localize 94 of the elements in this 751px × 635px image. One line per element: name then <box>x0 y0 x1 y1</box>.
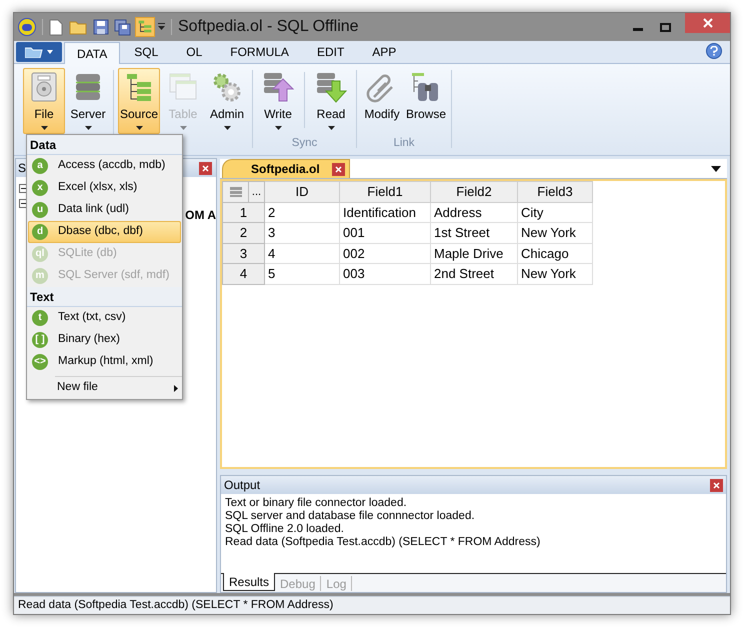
gears-icon <box>211 71 243 103</box>
letter-icon: m <box>32 268 48 284</box>
panel-title: S <box>18 160 26 177</box>
table-cell: Chicago <box>518 243 592 264</box>
table-cell: 001 <box>340 222 430 243</box>
letter-icon: u <box>32 202 48 218</box>
ribbon-tab[interactable]: APP <box>358 41 410 63</box>
group-label: Link <box>393 136 415 151</box>
table-cell: 3 <box>264 222 340 243</box>
table-cell: 002 <box>340 243 430 264</box>
ribbon-button[interactable]: Write <box>257 68 299 134</box>
database-down-arrow-icon <box>315 71 347 103</box>
table-cell: 1st Street <box>430 222 518 243</box>
column-header[interactable]: Field3 <box>518 182 592 202</box>
tree-item-text: OM A <box>185 207 216 224</box>
caret-icon <box>47 50 53 54</box>
ribbon-tab[interactable]: EDIT <box>302 41 358 63</box>
app-logo-icon[interactable] <box>18 18 36 36</box>
tab-list-icon[interactable] <box>711 166 721 172</box>
table-cell: New York <box>518 264 592 284</box>
menu-item[interactable]: t Text (txt, csv) <box>28 307 181 329</box>
window-title: Softpedia.ol - SQL Offline <box>178 17 359 37</box>
customize-caret-icon[interactable] <box>158 23 165 31</box>
table-cell: Maple Drive <box>430 243 518 264</box>
tree-icon[interactable] <box>135 17 155 37</box>
letter-icon: [ ] <box>32 332 48 348</box>
table-cell: 2nd Street <box>430 264 518 284</box>
menu-heading: Text <box>27 287 182 307</box>
letter-icon: a <box>32 158 48 174</box>
minimize-icon[interactable] <box>633 28 643 30</box>
document-tab[interactable]: Softpedia.ol <box>222 159 350 178</box>
panel-close-icon[interactable] <box>199 162 212 174</box>
ribbon-tab[interactable]: OL <box>172 41 216 63</box>
menu-item[interactable]: u Data link (udl) <box>28 199 181 221</box>
status-text: Read data (Softpedia Test.accdb) (SELECT * FROM Address) <box>18 598 334 613</box>
ribbon-button[interactable]: Modify <box>361 68 403 134</box>
column-menu-button[interactable]: ... <box>248 182 264 202</box>
log-line: SQL Offline 2.0 loaded. <box>225 523 345 536</box>
menu-heading: Data <box>27 135 182 155</box>
ribbon-button[interactable]: Source <box>118 68 160 134</box>
ribbon-button[interactable]: Read <box>310 68 352 134</box>
ribbon-button[interactable]: File <box>23 68 65 134</box>
table-cell: Address <box>430 202 518 222</box>
table-cell: City <box>518 202 592 222</box>
menu-item[interactable]: [ ] Binary (hex) <box>28 329 181 351</box>
collapse-icon[interactable] <box>19 199 28 208</box>
letter-icon: t <box>32 310 48 326</box>
save-icon[interactable] <box>93 19 109 35</box>
column-header[interactable]: ID <box>264 182 340 202</box>
ribbon-tab[interactable]: FORMULA <box>216 41 303 63</box>
help-icon[interactable] <box>706 43 722 59</box>
menu-item[interactable]: d Dbase (dbc, dbf) <box>28 221 181 243</box>
maximize-icon[interactable] <box>660 22 671 32</box>
table-cell: 2 <box>264 202 340 222</box>
output-tab[interactable]: Results <box>223 573 276 591</box>
table-cell: 4 <box>264 243 340 264</box>
table-cell: Identification <box>340 202 430 222</box>
menu-item[interactable]: <> Markup (html, xml) <box>28 351 181 373</box>
ribbon-button[interactable]: Browse <box>405 68 447 134</box>
row-header[interactable]: 4 <box>222 264 264 284</box>
database-up-arrow-icon <box>262 71 294 103</box>
row-header[interactable]: 2 <box>222 222 264 243</box>
folder-icon <box>25 46 43 58</box>
log-line: Read data (Softpedia Test.accdb) (SELECT * FROM Address) <box>225 536 542 549</box>
row-header[interactable]: 3 <box>222 243 264 264</box>
application-menu-button[interactable] <box>16 42 62 62</box>
letter-icon: x <box>32 180 48 196</box>
menu-item[interactable]: New file <box>27 377 182 399</box>
panel-title: Output <box>224 477 260 494</box>
letter-icon: d <box>32 224 48 240</box>
panel-close-icon[interactable] <box>710 478 723 492</box>
log-line: Text or binary file connector loaded. <box>225 497 408 510</box>
menu-item[interactable]: a Access (accdb, mdb) <box>28 155 181 177</box>
close-icon[interactable] <box>702 18 712 28</box>
table-cell: New York <box>518 222 592 243</box>
menu-item[interactable]: x Excel (xlsx, xls) <box>28 177 181 199</box>
table-cell: 003 <box>340 264 430 284</box>
group-label: Sync <box>292 136 318 151</box>
ribbon-tab[interactable]: SQL <box>120 41 172 63</box>
letter-icon: ql <box>32 246 48 262</box>
log-line: SQL server and database file connnector loaded. <box>225 510 476 523</box>
table-cell: 5 <box>264 264 340 284</box>
ribbon-button[interactable]: Server <box>67 68 109 134</box>
close-button[interactable] <box>685 13 730 33</box>
row-header[interactable]: 1 <box>222 202 264 222</box>
collapse-icon[interactable] <box>19 184 28 193</box>
column-header[interactable]: Field2 <box>430 182 518 202</box>
save-all-icon[interactable] <box>114 18 131 36</box>
new-file-icon[interactable] <box>49 18 63 36</box>
tab-close-icon[interactable] <box>332 162 345 176</box>
ribbon-button[interactable]: Admin <box>206 68 248 134</box>
letter-icon: <> <box>32 354 48 370</box>
ribbon-tab[interactable]: DATA <box>64 42 120 64</box>
column-header[interactable]: Field1 <box>340 182 430 202</box>
